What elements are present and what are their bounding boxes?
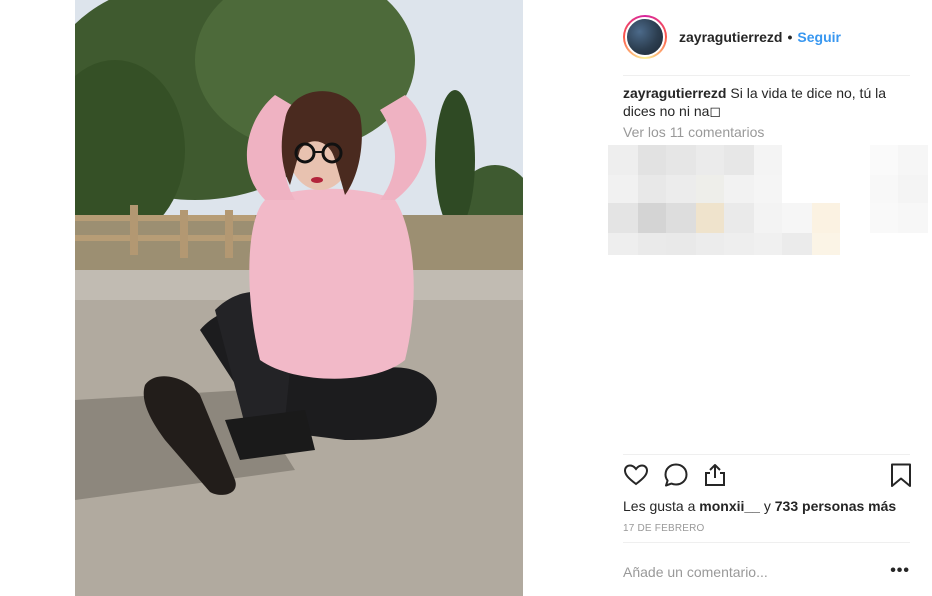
- likes-count-link[interactable]: 733 personas más: [775, 498, 896, 514]
- comment-input[interactable]: [623, 564, 873, 580]
- actions-divider: [623, 454, 910, 455]
- caption-username[interactable]: zayragutierrezd: [623, 85, 726, 101]
- header-divider: [623, 75, 910, 76]
- header-username[interactable]: zayragutierrezd: [679, 29, 782, 45]
- avatar-image: [625, 17, 665, 57]
- comment-divider: [623, 542, 910, 543]
- action-bar: [623, 462, 911, 492]
- caption: zayragutierrezd Si la vida te dice no, t…: [623, 84, 910, 120]
- post-header: zayragutierrezd • Seguir: [623, 14, 910, 60]
- instagram-post: zayragutierrezd • Seguir zayragutierrezd…: [0, 0, 932, 596]
- view-comments-link[interactable]: Ver los 11 comentarios: [623, 124, 764, 140]
- likes-prefix: Les gusta a: [623, 498, 700, 514]
- share-icon[interactable]: [702, 462, 728, 488]
- more-options-icon[interactable]: •••: [890, 562, 910, 580]
- photo-illustration: [75, 0, 523, 596]
- likes-user-link[interactable]: monxii__: [699, 498, 760, 514]
- likes-summary: Les gusta a monxii__ y 733 personas más: [623, 498, 896, 514]
- comment-box: •••: [623, 560, 910, 584]
- follow-button[interactable]: Seguir: [797, 29, 841, 45]
- bookmark-icon[interactable]: [888, 462, 914, 488]
- avatar[interactable]: [623, 15, 667, 59]
- post-date[interactable]: 17 DE FEBRERO: [623, 523, 705, 534]
- comment-bubble-icon[interactable]: [663, 462, 689, 488]
- obscured-comments: [608, 145, 928, 255]
- post-photo[interactable]: [75, 0, 523, 596]
- heart-icon[interactable]: [623, 462, 649, 488]
- likes-middle: y: [759, 498, 775, 514]
- header-separator-dot: •: [787, 29, 793, 45]
